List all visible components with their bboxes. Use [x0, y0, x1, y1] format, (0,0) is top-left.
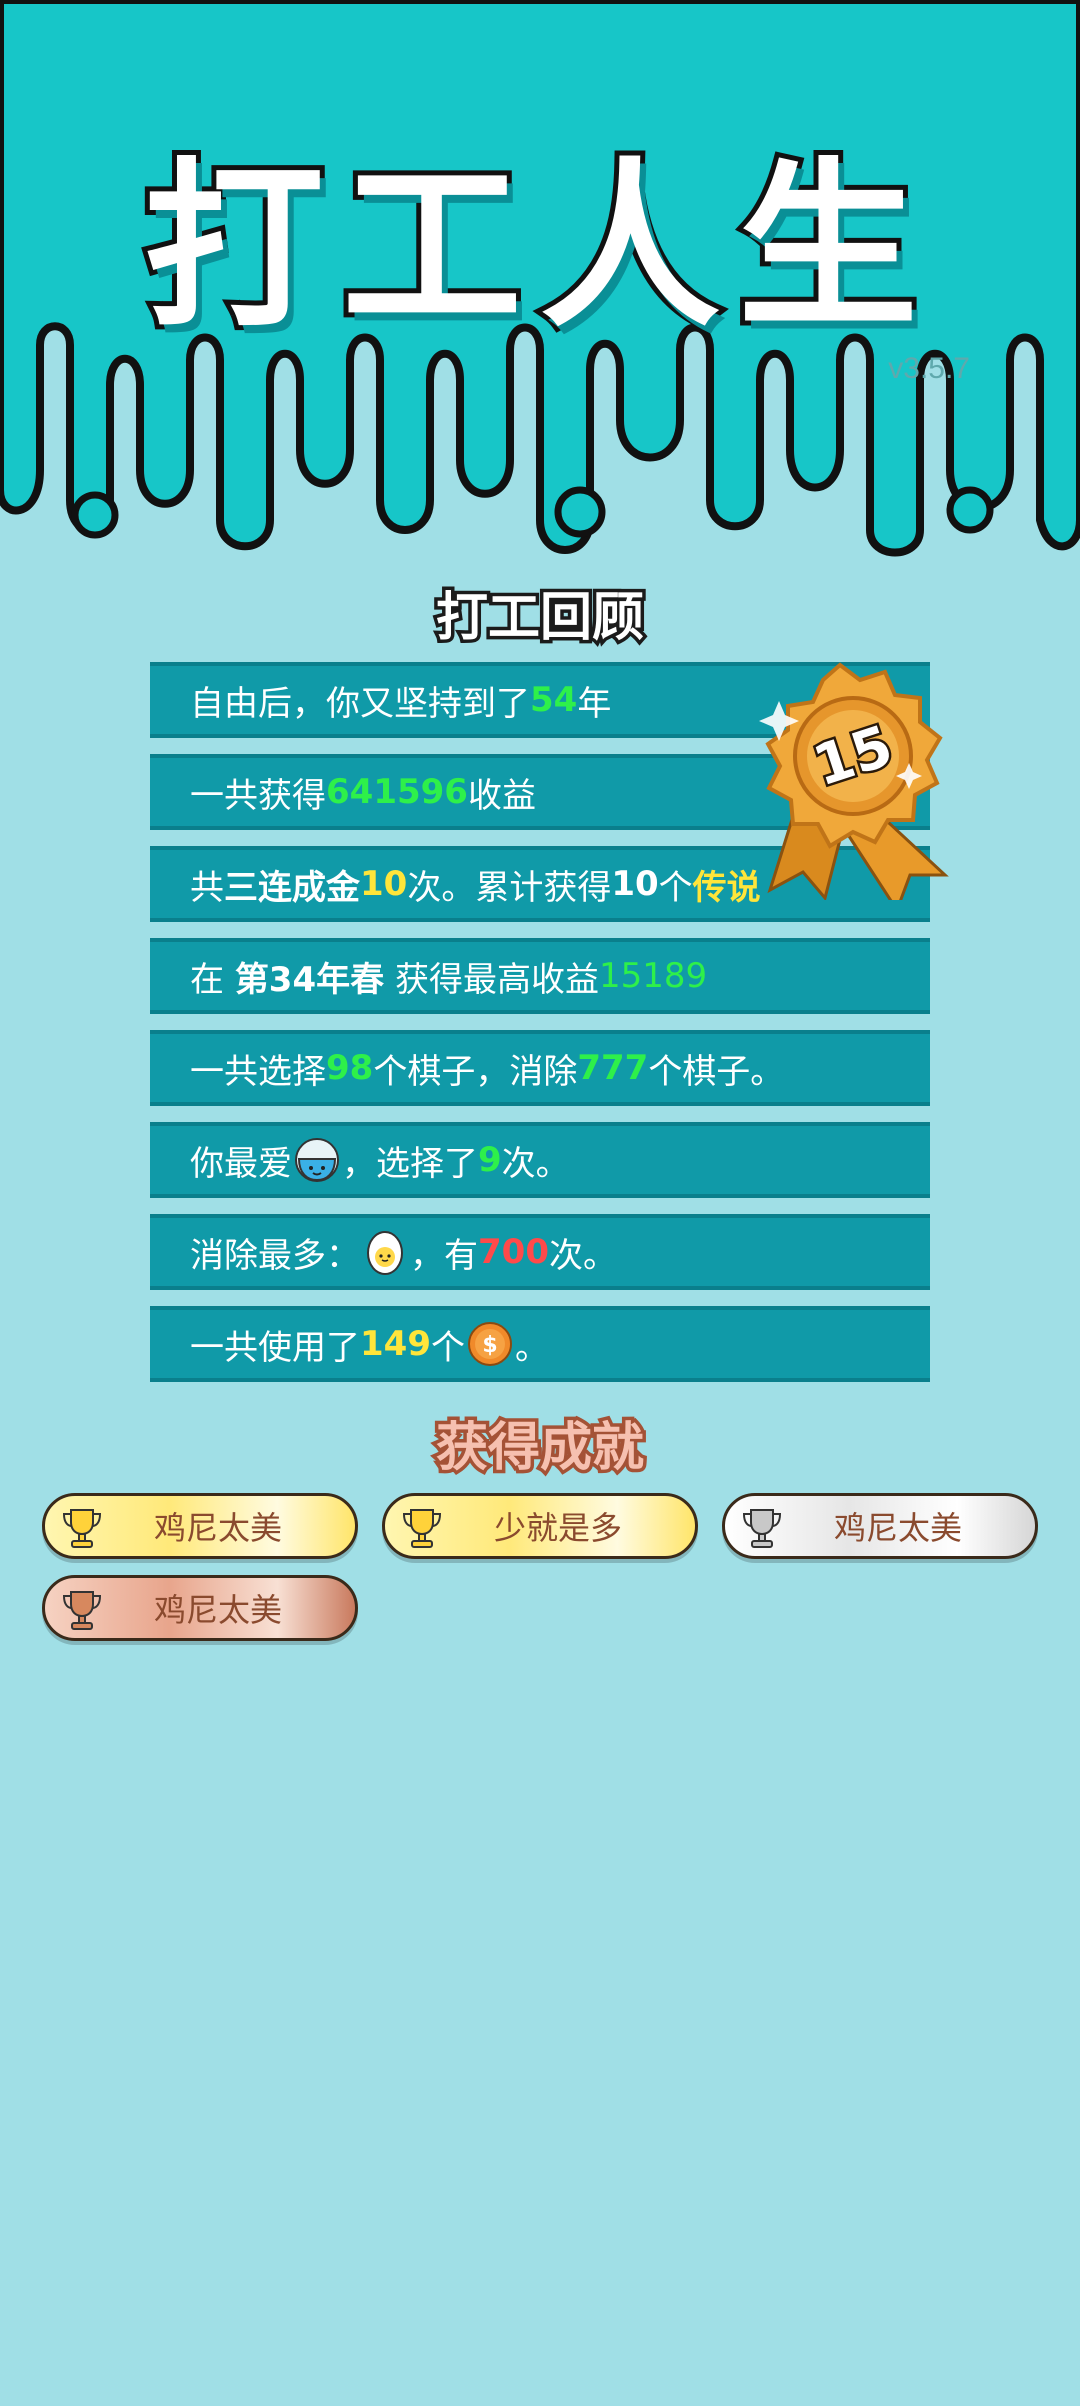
stat-value: 777	[577, 1048, 649, 1088]
stat-keyword: 第34年春	[234, 959, 385, 1000]
stat-text: 共	[190, 867, 224, 908]
trophy-icon	[62, 1509, 102, 1548]
stat-text: 个	[658, 867, 693, 908]
stat-value: 700	[478, 1232, 549, 1272]
stat-text: 一共获得	[190, 775, 326, 816]
stat-keyword: 三连成金	[224, 867, 360, 908]
stat-value: 54	[530, 680, 578, 720]
stat-row-most-eliminated: 消除最多： ，有 700 次。	[150, 1214, 930, 1290]
ribbon-medal-icon: 15	[759, 662, 949, 900]
stat-value: 149	[360, 1324, 431, 1364]
stat-text: 自由后，你又坚持到了	[190, 683, 530, 724]
egg-icon	[367, 1231, 403, 1275]
stat-text: 次。	[501, 1143, 570, 1184]
achievement-label: 鸡尼太美	[153, 1591, 282, 1629]
stat-row-best-season: 在 第34年春 获得最高收益 15189	[150, 938, 930, 1014]
stat-text: 收益	[467, 775, 536, 816]
stat-text: 次。累计获得	[407, 867, 612, 908]
game-title: 打工人生	[139, 138, 936, 357]
stat-text: 。	[514, 1327, 549, 1368]
review-section-title: 打工回顾	[432, 585, 647, 652]
stat-value: 98	[326, 1048, 374, 1088]
stat-text: 消除最多：	[190, 1235, 360, 1276]
achievement-label: 鸡尼太美	[833, 1509, 962, 1547]
title-banner: 打工人生 v3.5.7	[0, 0, 1080, 560]
achievement-label: 少就是多	[493, 1509, 622, 1547]
trophy-icon	[62, 1591, 102, 1630]
stat-value: 10	[360, 864, 408, 904]
stat-text: 个棋子。	[648, 1051, 785, 1092]
achievement-label: 鸡尼太美	[153, 1509, 282, 1547]
achievement-badge[interactable]: 少就是多	[382, 1493, 698, 1559]
stat-row-pieces: 一共选择 98 个棋子，消除 777 个棋子。	[150, 1030, 930, 1106]
stat-text: 一共选择	[190, 1051, 326, 1092]
stat-row-favorite: 你最爱 ，选择了 9 次。	[150, 1122, 930, 1198]
stat-text: 次。	[548, 1235, 617, 1276]
stat-value: 15189	[598, 956, 708, 996]
trophy-icon	[742, 1509, 782, 1548]
stat-text: 获得最高收益	[384, 959, 599, 1000]
coin-icon: $	[467, 1322, 512, 1366]
version-label: v3.5.7	[888, 352, 970, 385]
achievement-badge[interactable]: 鸡尼太美	[42, 1575, 358, 1641]
stat-text: 个	[430, 1327, 465, 1368]
stat-text: 个棋子，消除	[373, 1051, 578, 1092]
stat-text: ，选择了	[342, 1143, 478, 1184]
trophy-icon	[402, 1509, 442, 1548]
achievements-section-title: 获得成就	[432, 1415, 647, 1482]
stat-value: 641596	[326, 772, 468, 812]
stat-text: 你最爱	[190, 1143, 292, 1184]
stat-value: 9	[478, 1140, 502, 1180]
achievement-badge[interactable]: 鸡尼太美	[42, 1493, 358, 1559]
svg-text:$: $	[482, 1333, 497, 1358]
rice-bowl-icon	[295, 1138, 339, 1182]
stat-text: 在	[190, 959, 235, 1000]
stat-text: 年	[577, 683, 612, 724]
stat-row-coins: 一共使用了 149 个 $ 。	[150, 1306, 930, 1382]
stat-text: 一共使用了	[190, 1327, 360, 1368]
stat-value: 10	[611, 864, 659, 904]
achievement-badge[interactable]: 鸡尼太美	[722, 1493, 1038, 1559]
stat-text: ，有	[410, 1235, 478, 1276]
